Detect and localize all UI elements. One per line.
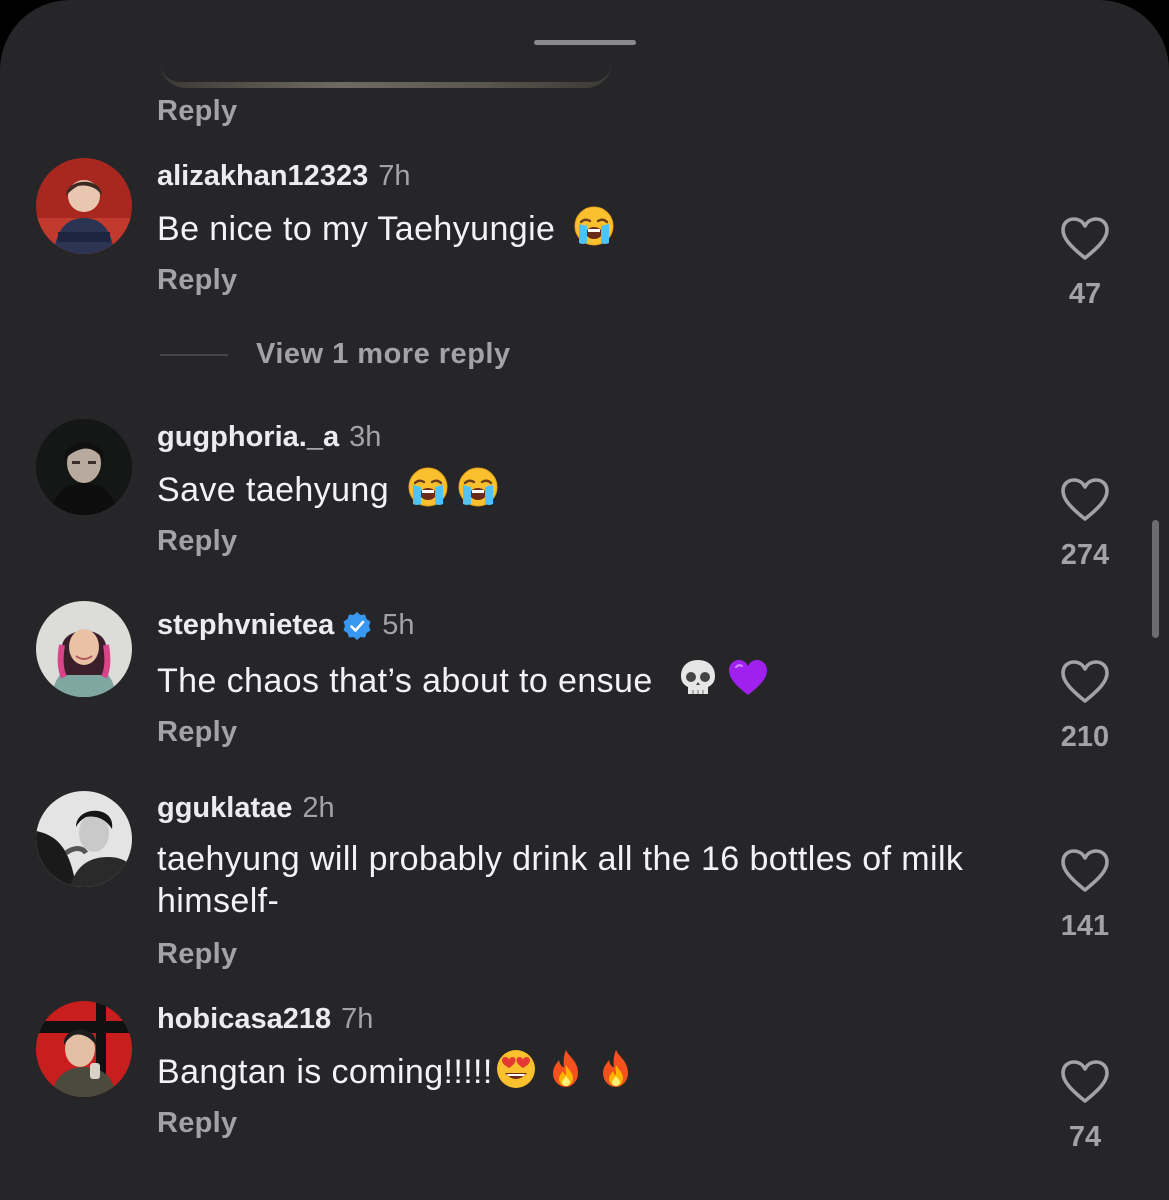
previous-comment-media[interactable] [160, 62, 612, 88]
heart-icon[interactable] [1060, 216, 1110, 262]
heart-icon[interactable] [1060, 659, 1110, 705]
view-more-replies-label[interactable]: View 1 more reply [256, 338, 511, 371]
view-more-replies[interactable]: View 1 more reply [160, 338, 511, 371]
heart-icon[interactable] [1060, 848, 1110, 894]
like-count: 74 [1068, 1121, 1102, 1153]
comment-text: Be nice to my Taehyungie [157, 205, 997, 250]
avatar[interactable] [36, 158, 132, 254]
username[interactable]: gugphoria._a [157, 421, 339, 454]
comment-meta: alizakhan12323 7h [157, 160, 410, 193]
avatar[interactable] [36, 419, 132, 515]
reply-button[interactable]: Reply [157, 938, 237, 971]
like-control[interactable]: 74 [1040, 1059, 1130, 1154]
fire-icon [595, 1048, 637, 1090]
loudly-crying-face-icon [573, 205, 615, 247]
fire-icon [545, 1048, 587, 1090]
avatar[interactable] [36, 791, 132, 887]
comment-text: The chaos that’s about to ensue [157, 657, 997, 702]
comments-sheet: Reply alizakhan12323 7h Be nice to my Ta… [0, 0, 1169, 1200]
heart-icon[interactable] [1060, 1059, 1110, 1105]
like-control[interactable]: 210 [1040, 659, 1130, 754]
comment-text: Bangtan is coming!!!!! [157, 1048, 997, 1093]
comment-body: Save taehyung [157, 471, 390, 509]
username[interactable]: alizakhan12323 [157, 160, 368, 193]
previous-reply-button[interactable]: Reply [157, 95, 237, 128]
purple-heart-icon [727, 657, 769, 699]
timestamp: 3h [349, 421, 382, 453]
username[interactable]: stephvnietea [157, 609, 334, 642]
heart-eyes-icon [495, 1048, 537, 1090]
reply-button[interactable]: Reply [157, 264, 237, 297]
reply-button[interactable]: Reply [157, 525, 237, 558]
timestamp: 2h [302, 792, 335, 824]
scrollbar[interactable] [1152, 520, 1159, 638]
like-count: 274 [1060, 539, 1110, 571]
like-count: 141 [1060, 910, 1110, 942]
reply-button[interactable]: Reply [157, 1107, 237, 1140]
like-control[interactable]: 141 [1040, 848, 1130, 943]
comment-text: taehyung will probably drink all the 16 … [157, 838, 987, 922]
avatar[interactable] [36, 601, 132, 697]
comment-body: Be nice to my Taehyungie [157, 210, 556, 248]
comment-text: Save taehyung [157, 466, 997, 511]
comment-body: taehyung will probably drink all the 16 … [157, 840, 964, 920]
heart-icon[interactable] [1060, 477, 1110, 523]
skull-icon [677, 657, 719, 699]
like-control[interactable]: 47 [1040, 216, 1130, 311]
loudly-crying-face-icon [457, 466, 499, 508]
timestamp: 7h [378, 160, 411, 192]
thread-divider-line [160, 353, 228, 356]
like-control[interactable]: 274 [1040, 477, 1130, 572]
reply-button[interactable]: Reply [157, 716, 237, 749]
username[interactable]: gguklatae [157, 792, 292, 825]
comment-body: Bangtan is coming!!!!! [157, 1053, 493, 1091]
like-count: 47 [1068, 278, 1102, 310]
like-count: 210 [1060, 721, 1110, 753]
comment-meta: stephvnietea 5h [157, 609, 415, 642]
timestamp: 7h [341, 1003, 374, 1035]
comment-meta: gguklatae 2h [157, 792, 335, 825]
sheet-grab-handle[interactable] [534, 40, 636, 45]
timestamp: 5h [382, 609, 415, 641]
comment-meta: hobicasa218 7h [157, 1003, 373, 1036]
username[interactable]: hobicasa218 [157, 1003, 331, 1036]
verified-badge-icon [343, 611, 371, 640]
comment-body: The chaos that’s about to ensue [157, 662, 653, 700]
comment-meta: gugphoria._a 3h [157, 421, 381, 454]
loudly-crying-face-icon [407, 466, 449, 508]
avatar[interactable] [36, 1001, 132, 1097]
